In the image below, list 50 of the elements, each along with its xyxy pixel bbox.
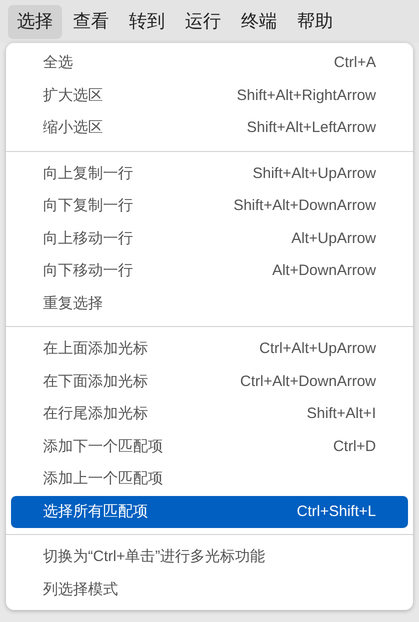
menu-bar-item[interactable]: 转到 xyxy=(120,4,174,38)
shortcut-label: Ctrl+Shift+L xyxy=(296,502,376,522)
menu-item[interactable]: 列选择模式 xyxy=(11,574,408,606)
menu-item-label: 重复选择 xyxy=(43,294,103,314)
shortcut-label: Ctrl+Alt+DownArrow xyxy=(240,372,376,392)
menu-item-label: 向上移动一行 xyxy=(43,228,133,248)
shortcut-label: Alt+DownArrow xyxy=(272,261,376,281)
menu-item-label: 列选择模式 xyxy=(43,580,118,600)
menu-item-label: 扩大选区 xyxy=(43,86,103,106)
menu-item[interactable]: 添加上一个匹配项 xyxy=(11,463,408,496)
menu-item[interactable]: 选择所有匹配项 Ctrl+Shift+L xyxy=(11,496,408,528)
menu-item[interactable]: 向下移动一行 Alt+DownArrow xyxy=(11,255,408,288)
shortcut-label: Ctrl+Alt+UpArrow xyxy=(259,339,376,359)
menu-item-label: 向上复制一行 xyxy=(43,164,133,184)
menu-item[interactable]: 添加下一个匹配项 Ctrl+D xyxy=(11,430,408,463)
menu-item[interactable]: 重复选择 xyxy=(11,288,408,320)
shortcut-label: Shift+Alt+DownArrow xyxy=(233,196,376,216)
menu-item-label: 切换为“Ctrl+单击”进行多光标功能 xyxy=(43,547,266,567)
menu-item[interactable]: 在下面添加光标 Ctrl+Alt+DownArrow xyxy=(11,366,408,398)
shortcut-label: Shift+Alt+RightArrow xyxy=(236,86,376,106)
menu-item-label: 选择所有匹配项 xyxy=(43,502,148,522)
menu-item[interactable]: 缩小选区 Shift+Alt+LeftArrow xyxy=(11,112,408,144)
menu-item[interactable]: 扩大选区 Shift+Alt+RightArrow xyxy=(11,80,408,112)
menu-item-label: 在下面添加光标 xyxy=(43,372,148,392)
menu-item-label: 在上面添加光标 xyxy=(43,339,148,359)
menu-item-label: 添加上一个匹配项 xyxy=(43,469,163,489)
menu-item[interactable]: 在行尾添加光标 Shift+Alt+I xyxy=(11,398,408,430)
menu-item-label: 向下移动一行 xyxy=(43,261,133,281)
menu-item-label: 向下复制一行 xyxy=(43,196,133,216)
menu-bar-item[interactable]: 终端 xyxy=(232,4,286,38)
shortcut-label: Alt+UpArrow xyxy=(291,228,376,248)
menu-item[interactable]: 向上移动一行 Alt+UpArrow xyxy=(11,222,408,255)
menu-item[interactable]: 在上面添加光标 Ctrl+Alt+UpArrow xyxy=(11,333,408,366)
menu-bar-item[interactable]: 查看 xyxy=(64,4,118,38)
shortcut-label: Shift+Alt+LeftArrow xyxy=(246,118,376,138)
menu-bar-item[interactable]: 帮助 xyxy=(288,4,342,38)
menu-item-label: 全选 xyxy=(43,53,73,73)
shortcut-label: Ctrl+D xyxy=(333,436,376,456)
menu-item[interactable]: 向上复制一行 Shift+Alt+UpArrow xyxy=(11,158,408,190)
menu-item-label: 缩小选区 xyxy=(43,118,103,138)
menu-bar-item[interactable]: 运行 xyxy=(176,4,230,38)
shortcut-label: Shift+Alt+I xyxy=(306,404,376,424)
menu-item-label: 在行尾添加光标 xyxy=(43,404,148,424)
menu-item[interactable]: 向下复制一行 Shift+Alt+DownArrow xyxy=(11,190,408,222)
menu-item[interactable]: 切换为“Ctrl+单击”进行多光标功能 xyxy=(11,541,408,574)
menu-bar-item[interactable]: 选择 xyxy=(8,4,62,38)
shortcut-label: Ctrl+A xyxy=(334,53,376,73)
menu-item[interactable]: 全选 Ctrl+A xyxy=(11,47,408,80)
menu-item-label: 添加下一个匹配项 xyxy=(43,436,163,456)
shortcut-label: Shift+Alt+UpArrow xyxy=(252,164,376,184)
